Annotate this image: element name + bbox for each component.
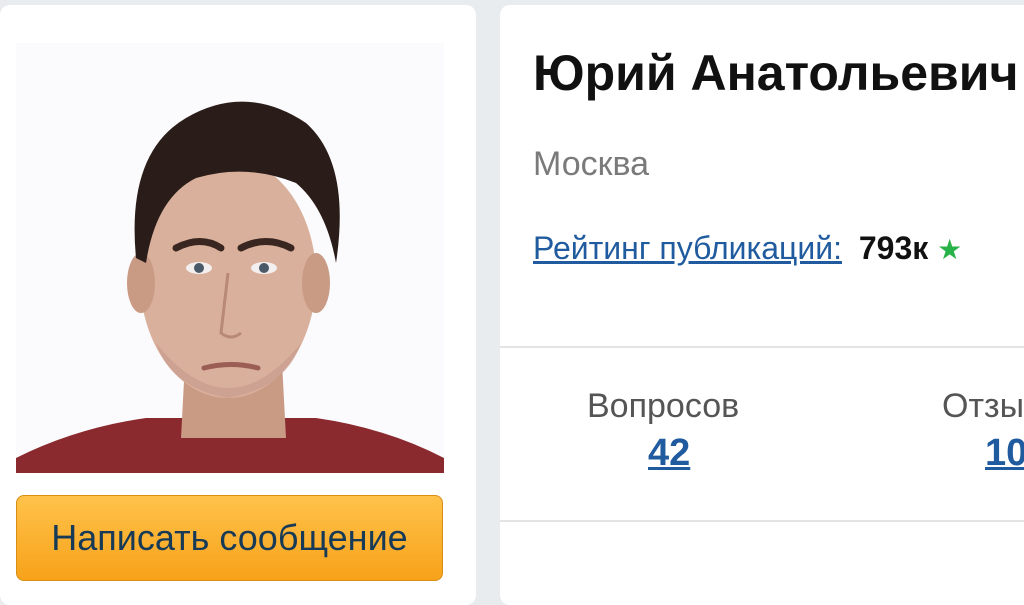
stat-label-questions: Вопросов [587,387,740,425]
star-icon: ★ [937,234,963,265]
profile-name: Юрий Анатольевич [533,45,1019,101]
rating-link[interactable]: Рейтинг публикаций: [533,230,842,266]
avatar-card: Написать сообщение [0,5,476,605]
rating-row: Рейтинг публикаций: 793к ★ [533,230,962,267]
divider [500,520,1024,522]
send-message-button[interactable]: Написать сообщение [16,495,443,581]
stat-label-reviews: Отзы [942,387,1024,425]
divider [500,346,1024,348]
avatar-photo [16,101,444,473]
avatar [16,43,444,473]
stat-value-reviews[interactable]: 10 [985,432,1024,475]
stat-value-questions[interactable]: 42 [648,432,690,475]
rating-value: 793к [858,230,929,266]
profile-city: Москва [533,145,650,183]
